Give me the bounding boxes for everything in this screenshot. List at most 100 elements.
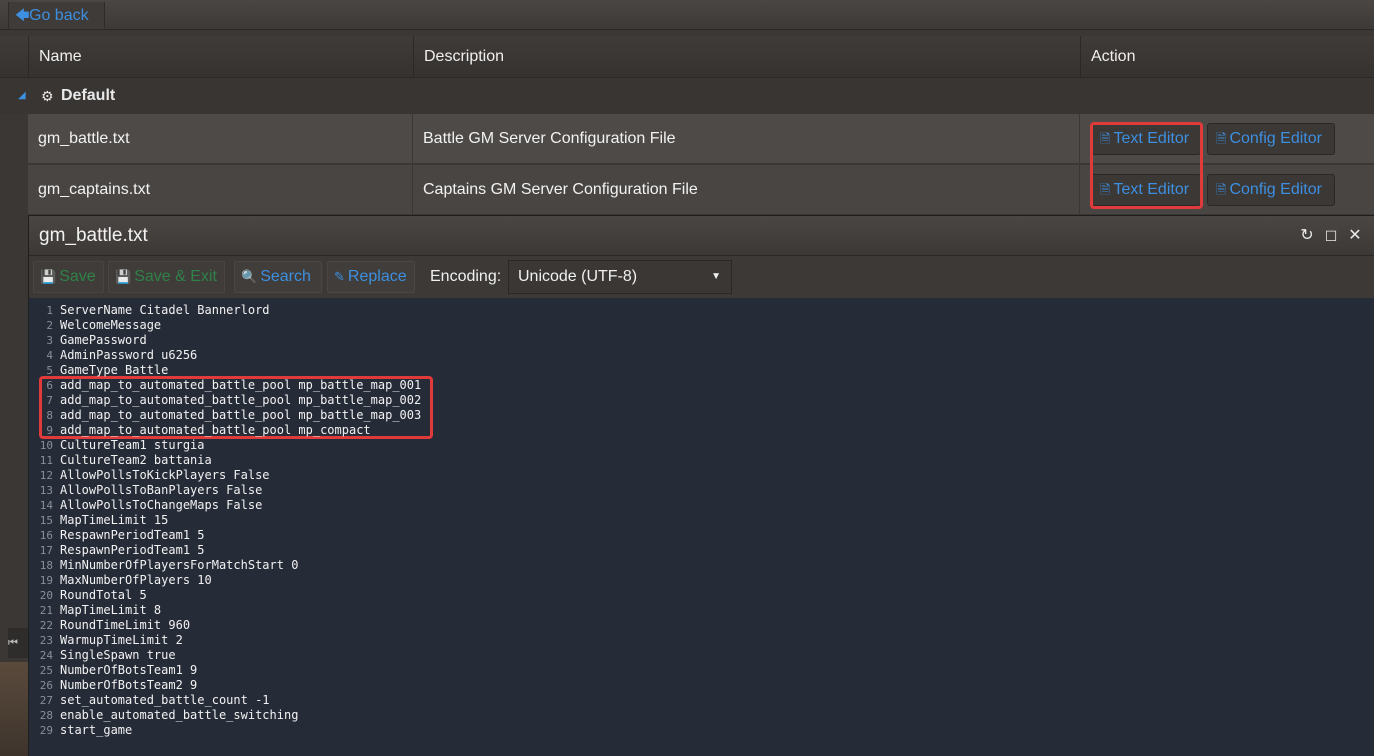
- code-text: MinNumberOfPlayersForMatchStart 0: [60, 558, 299, 572]
- search-button[interactable]: 🔍 Search: [234, 261, 322, 293]
- code-text: NumberOfBotsTeam1 9: [60, 663, 198, 677]
- line-number: 19: [39, 574, 53, 587]
- binoculars-icon: 🔍: [241, 269, 258, 284]
- line-number: 18: [39, 559, 53, 572]
- save-exit-button[interactable]: 💾 Save & Exit: [108, 261, 225, 293]
- config-editor-label: Config Editor: [1229, 130, 1322, 147]
- line-number: 5: [46, 364, 53, 377]
- code-text: add_map_to_automated_battle_pool mp_batt…: [60, 378, 422, 392]
- arrow-left-icon: 🡄: [15, 7, 30, 23]
- editor-toolbar: 💾 Save 💾 Save & Exit 🔍 Search ✎ Replace Enco…: [29, 256, 1374, 298]
- save-exit-label: Save & Exit: [134, 268, 217, 285]
- column-header-description[interactable]: Description: [413, 36, 1080, 78]
- files-grid: Name Description Action ◢ ⚙ Default gm_b…: [0, 36, 1374, 216]
- floppy-disk-icon: 💾: [115, 269, 132, 284]
- code-text: start_game: [60, 723, 133, 737]
- config-editor-label: Config Editor: [1229, 181, 1322, 198]
- line-number: 10: [39, 439, 53, 452]
- text-editor-label: Text Editor: [1113, 130, 1190, 147]
- config-document-icon: 🗎: [1216, 131, 1227, 146]
- close-icon[interactable]: ✕: [1345, 216, 1365, 256]
- code-text: AllowPollsToBanPlayers False: [60, 483, 263, 497]
- file-name: gm_battle.txt: [28, 114, 413, 164]
- line-number: 29: [39, 724, 53, 737]
- collapse-triangle-icon[interactable]: ◢: [18, 78, 26, 114]
- line-number: 17: [39, 544, 53, 557]
- line-number: 22: [39, 619, 53, 632]
- config-editor-button[interactable]: 🗎 Config Editor: [1207, 174, 1335, 206]
- table-row[interactable]: gm_battle.txt Battle GM Server Configura…: [28, 114, 1374, 164]
- replace-button[interactable]: ✎ Replace: [327, 261, 415, 293]
- code-text: set_automated_battle_count -1: [60, 693, 270, 707]
- encoding-label: Encoding:: [430, 268, 502, 285]
- line-number: 26: [39, 679, 53, 692]
- column-header-action[interactable]: Action: [1080, 36, 1374, 78]
- line-number: 13: [39, 484, 53, 497]
- line-number: 21: [39, 604, 53, 617]
- text-editor-button[interactable]: 🗎 Text Editor: [1091, 123, 1201, 155]
- line-number: 1: [46, 304, 53, 317]
- code-text: CultureTeam1 sturgia: [60, 438, 205, 452]
- config-editor-button[interactable]: 🗎 Config Editor: [1207, 123, 1335, 155]
- background-image-fragment: [0, 662, 28, 756]
- text-editor-button[interactable]: 🗎 Text Editor: [1091, 174, 1201, 206]
- code-editor[interactable]: 1 ServerName Citadel Bannerlord 2 WelcomeMe…: [29, 298, 1374, 756]
- document-icon: 🗎: [1100, 131, 1111, 146]
- code-text: GamePassword: [60, 333, 147, 347]
- group-row-default[interactable]: ◢ ⚙ Default: [0, 78, 1374, 114]
- code-text: AllowPollsToKickPlayers False: [60, 468, 270, 482]
- line-number: 6: [46, 379, 53, 392]
- code-text: enable_automated_battle_switching: [60, 708, 299, 722]
- line-number: 16: [39, 529, 53, 542]
- line-number: 25: [39, 664, 53, 677]
- code-text: RoundTotal 5: [60, 588, 147, 602]
- line-number: 23: [39, 634, 53, 647]
- text-editor-label: Text Editor: [1113, 181, 1190, 198]
- text-editor-window: gm_battle.txt ↻ ☐ ✕ 💾 Save 💾 Save & Exit 🔍…: [28, 215, 1374, 756]
- floppy-disk-icon: 💾: [40, 269, 57, 284]
- line-number: 20: [39, 589, 53, 602]
- save-label: Save: [59, 268, 96, 285]
- line-number: 4: [46, 349, 53, 362]
- line-number: 3: [46, 334, 53, 347]
- code-text: MapTimeLimit 15: [60, 513, 169, 527]
- line-number: 7: [46, 394, 53, 407]
- save-button[interactable]: 💾 Save: [33, 261, 104, 293]
- config-document-icon: 🗎: [1216, 182, 1227, 197]
- code-text: MapTimeLimit 8: [60, 603, 162, 617]
- code-text: RoundTimeLimit 960: [60, 618, 191, 632]
- code-text: ServerName Citadel Bannerlord: [60, 303, 270, 317]
- line-number: 14: [39, 499, 53, 512]
- encoding-value: Unicode (UTF-8): [518, 268, 638, 285]
- column-header-name[interactable]: Name: [28, 36, 413, 78]
- document-icon: 🗎: [1100, 182, 1111, 197]
- line-number: 11: [39, 454, 53, 467]
- code-text: SingleSpawn true: [60, 648, 176, 662]
- code-text: RespawnPeriodTeam1 5: [60, 528, 205, 542]
- chevron-down-icon: ▼: [711, 271, 721, 282]
- code-text: RespawnPeriodTeam1 5: [60, 543, 205, 557]
- top-bar: 🡄Go back: [0, 0, 1374, 30]
- refresh-icon[interactable]: ↻: [1297, 216, 1317, 256]
- code-text: NumberOfBotsTeam2 9: [60, 678, 198, 692]
- pager-first-icon[interactable]: ⏮: [8, 628, 28, 658]
- code-text: add_map_to_automated_battle_pool mp_batt…: [60, 408, 422, 422]
- window-titlebar[interactable]: gm_battle.txt ↻ ☐ ✕: [29, 216, 1374, 256]
- line-number: 8: [46, 409, 53, 422]
- encoding-select[interactable]: Unicode (UTF-8) ▼: [508, 260, 732, 294]
- code-text: MaxNumberOfPlayers 10: [60, 573, 212, 587]
- line-number: 15: [39, 514, 53, 527]
- settings-file-icon: ⚙: [41, 88, 54, 104]
- code-text: add_map_to_automated_battle_pool mp_batt…: [60, 393, 422, 407]
- table-row[interactable]: gm_captains.txt Captains GM Server Confi…: [28, 165, 1374, 215]
- file-description: Captains GM Server Configuration File: [413, 165, 1080, 215]
- grid-header: Name Description Action: [0, 36, 1374, 78]
- maximize-icon[interactable]: ☐: [1321, 216, 1341, 256]
- replace-label: Replace: [347, 268, 407, 285]
- code-text: add_map_to_automated_battle_pool mp_comp…: [60, 423, 371, 437]
- go-back-button[interactable]: 🡄Go back: [8, 2, 105, 30]
- line-number: 12: [39, 469, 53, 482]
- code-text: WelcomeMessage: [60, 318, 162, 332]
- go-back-label: Go back: [29, 7, 89, 24]
- code-text: WarmupTimeLimit 2: [60, 633, 183, 647]
